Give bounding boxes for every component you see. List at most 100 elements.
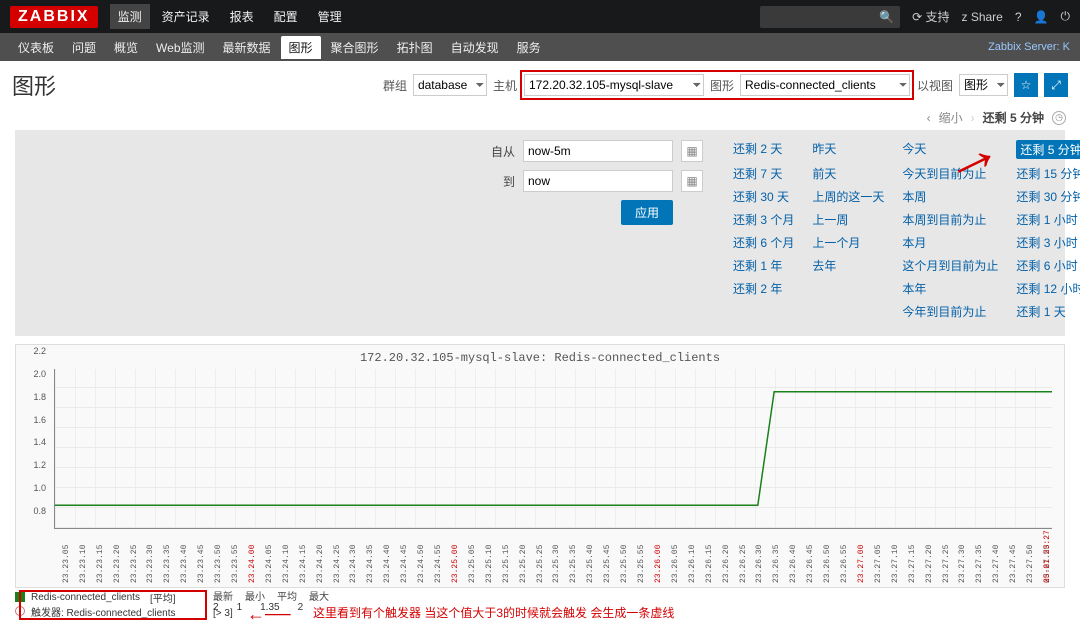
chart-plot[interactable]	[54, 369, 1052, 529]
selector-row: 群组 database 主机 172.20.32.105-mysql-slave…	[383, 73, 1068, 97]
clock-icon[interactable]: ◷	[1052, 111, 1066, 125]
sub-dashboard[interactable]: 仪表板	[10, 36, 62, 59]
zoom-bar: ‹ 缩小 › 还剩 5 分钟 ◷	[0, 105, 1080, 130]
to-input[interactable]	[523, 170, 673, 192]
preset-link[interactable]: 还剩 30 分钟	[1016, 188, 1080, 205]
apply-button[interactable]: 应用	[621, 200, 673, 225]
sub-screens[interactable]: 聚合图形	[323, 36, 387, 59]
preset-link[interactable]: 去年	[812, 257, 884, 274]
preset-link[interactable]: 还剩 3 小时	[1016, 234, 1080, 251]
search-icon: 🔍	[879, 10, 894, 24]
legend-trigger-cond: [> 3]	[213, 608, 233, 619]
sub-overview[interactable]: 概览	[106, 36, 146, 59]
legend-swatch-series	[15, 592, 25, 602]
sub-nav: 仪表板 问题 概览 Web监测 最新数据 图形 聚合图形 拓扑图 自动发现 服务…	[0, 33, 1080, 61]
annotation-arrow-1: →	[943, 142, 997, 168]
sub-menu: 仪表板 问题 概览 Web监测 最新数据 图形 聚合图形 拓扑图 自动发现 服务	[10, 36, 549, 59]
favorite-button[interactable]: ☆	[1014, 73, 1038, 97]
sub-problems[interactable]: 问题	[64, 36, 104, 59]
annotation-arrow-2: ←──	[247, 604, 291, 625]
topmenu-monitor[interactable]: 监测	[110, 4, 150, 29]
preset-link[interactable]: 还剩 1 年	[733, 257, 794, 274]
logout-icon[interactable]: ⏻	[1061, 9, 1071, 24]
topbar: ZABBIX 监测 资产记录 报表 配置 管理 🔍 ⟳ 支持 z Share ?…	[0, 0, 1080, 33]
preset-link[interactable]: 还剩 15 分钟	[1016, 165, 1080, 182]
legend-stat-headers: 最新 最小 平均 最大	[213, 588, 329, 603]
page-title: 图形	[12, 69, 375, 101]
sub-web[interactable]: Web监测	[148, 36, 212, 59]
legend-series-name: Redis-connected_clients	[31, 592, 140, 603]
preset-link[interactable]: 本周	[902, 188, 998, 205]
sub-services[interactable]: 服务	[509, 36, 549, 59]
share-link[interactable]: z Share	[961, 10, 1002, 24]
sub-maps[interactable]: 拓扑图	[389, 36, 441, 59]
host-select[interactable]: 172.20.32.105-mysql-slave	[524, 74, 704, 96]
preset-link[interactable]: 还剩 5 分钟	[1016, 140, 1080, 159]
top-menu: 监测 资产记录 报表 配置 管理	[110, 4, 761, 29]
preset-link[interactable]: 上一个月	[812, 234, 884, 251]
preset-link	[733, 303, 794, 320]
preset-link[interactable]: 昨天	[812, 140, 884, 159]
from-calendar-icon[interactable]: ▦	[681, 140, 703, 162]
graph-select[interactable]: Redis-connected_clients	[740, 74, 910, 96]
chart-title: 172.20.32.105-mysql-slave: Redis-connect…	[20, 351, 1060, 365]
topmenu-config[interactable]: 配置	[266, 4, 306, 29]
preset-link[interactable]: 本年	[902, 280, 998, 297]
view-select[interactable]: 图形	[959, 74, 1008, 96]
preset-link[interactable]: 前天	[812, 165, 884, 182]
preset-link[interactable]: 还剩 12 小时	[1016, 280, 1080, 297]
topmenu-admin[interactable]: 管理	[310, 4, 350, 29]
search-input[interactable]: 🔍	[760, 6, 900, 28]
to-calendar-icon[interactable]: ▦	[681, 170, 703, 192]
server-label: Zabbix Server: K	[988, 41, 1070, 53]
preset-link[interactable]: 这个月到目前为止	[902, 257, 998, 274]
preset-link[interactable]: 还剩 1 小时	[1016, 211, 1080, 228]
legend-agg: [平均]	[150, 590, 176, 605]
title-row: 图形 群组 database 主机 172.20.32.105-mysql-sl…	[0, 61, 1080, 105]
to-label: 到	[485, 173, 515, 190]
user-icon[interactable]: 👤	[1034, 10, 1049, 24]
sub-discovery[interactable]: 自动发现	[443, 36, 507, 59]
preset-link[interactable]: 还剩 2 天	[733, 140, 794, 159]
topbar-right: 🔍 ⟳ 支持 z Share ? 👤 ⏻	[760, 6, 1070, 28]
legend-trigger: 触发器: Redis-connected_clients	[31, 604, 176, 619]
filter-panel: 自从 ▦ 到 ▦ 应用 还剩 2 天昨天今天还剩 5 分钟还剩 7 天前天今天到…	[15, 130, 1065, 336]
view-label: 以视图	[917, 77, 953, 94]
preset-link[interactable]: 还剩 3 个月	[733, 211, 794, 228]
logo[interactable]: ZABBIX	[10, 6, 98, 28]
group-label: 群组	[383, 77, 407, 94]
preset-link[interactable]: 还剩 7 天	[733, 165, 794, 182]
preset-link[interactable]: 本月	[902, 234, 998, 251]
preset-link[interactable]: 还剩 2 年	[733, 280, 794, 297]
preset-link	[812, 303, 884, 320]
zoom-range[interactable]: 还剩 5 分钟	[983, 109, 1044, 126]
topmenu-inventory[interactable]: 资产记录	[154, 4, 218, 29]
chart-container: 172.20.32.105-mysql-slave: Redis-connect…	[15, 344, 1065, 588]
from-label: 自从	[485, 143, 515, 160]
preset-link[interactable]: 还剩 6 个月	[733, 234, 794, 251]
preset-link	[812, 280, 884, 297]
support-link[interactable]: ⟳ 支持	[912, 8, 949, 25]
time-filter: 自从 ▦ 到 ▦ 应用	[27, 140, 733, 320]
from-input[interactable]	[523, 140, 673, 162]
preset-link[interactable]: 今年到目前为止	[902, 303, 998, 320]
preset-link[interactable]: 上一周	[812, 211, 884, 228]
sub-graphs[interactable]: 图形	[281, 36, 321, 59]
group-select[interactable]: database	[413, 74, 487, 96]
preset-link[interactable]: 上周的这一天	[812, 188, 884, 205]
annotation-text: 这里看到有个触发器 当这个值大于3的时候就会触发 会生成一条虚线	[313, 604, 674, 621]
preset-link[interactable]: 本周到目前为止	[902, 211, 998, 228]
chart-line	[55, 369, 1052, 528]
preset-link[interactable]: 还剩 6 小时	[1016, 257, 1080, 274]
sub-latest[interactable]: 最新数据	[215, 36, 279, 59]
topmenu-reports[interactable]: 报表	[222, 4, 262, 29]
preset-link[interactable]: 还剩 30 天	[733, 188, 794, 205]
fullscreen-button[interactable]: ⤢	[1044, 73, 1068, 97]
host-label: 主机	[493, 77, 517, 94]
graph-sel-label: 图形	[710, 77, 734, 94]
preset-link[interactable]: 还剩 1 天	[1016, 303, 1080, 320]
help-icon[interactable]: ?	[1015, 10, 1022, 24]
zoom-prev[interactable]: ‹	[927, 111, 931, 125]
chart-legend: Redis-connected_clients [平均] 触发器: Redis-…	[15, 590, 1065, 622]
y-axis: 0.81.01.21.41.61.82.02.2	[20, 351, 48, 511]
